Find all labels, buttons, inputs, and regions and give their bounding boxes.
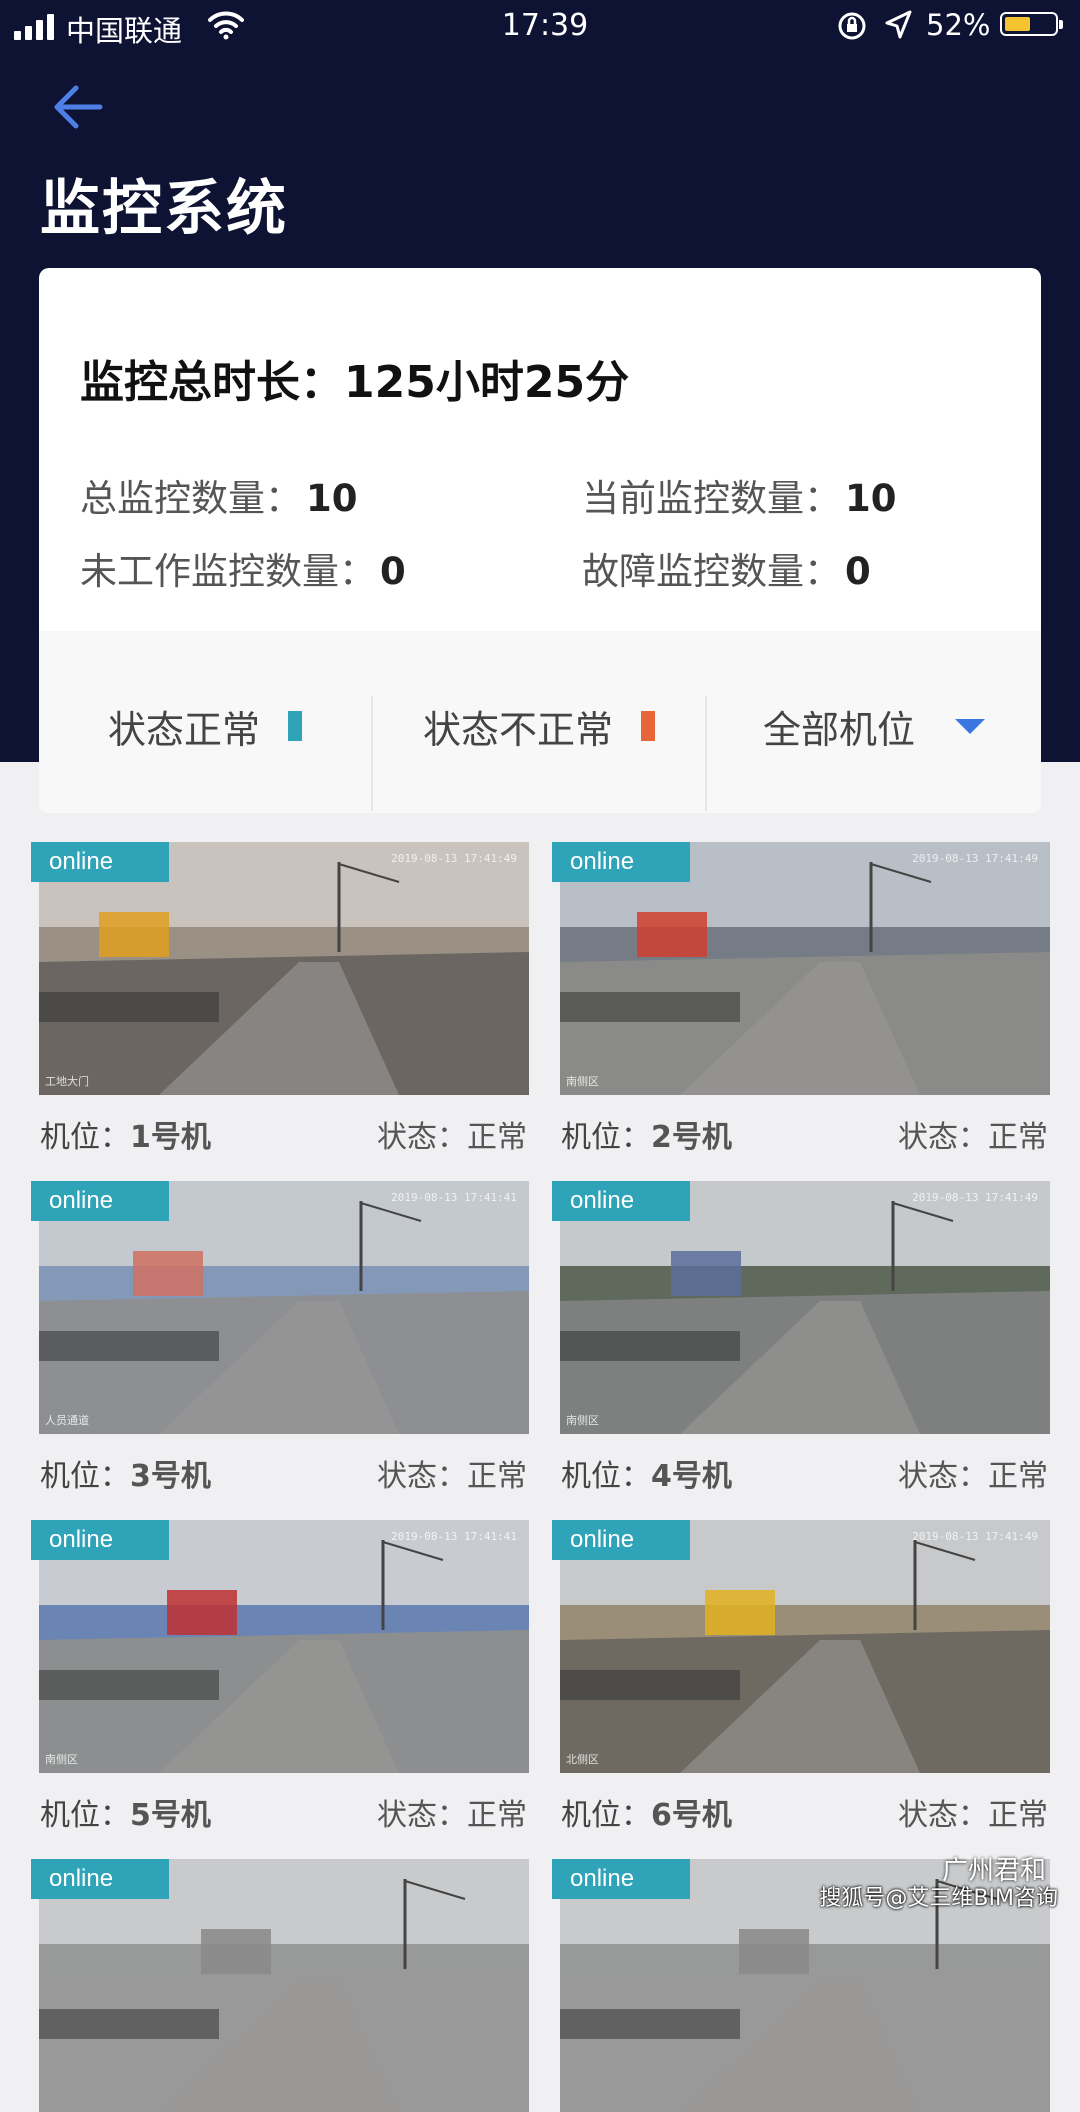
camera-status-value: 正常	[988, 1120, 1048, 1155]
online-badge: online	[31, 1181, 169, 1221]
camera-timestamp: 2019-08-13 17:41:49	[912, 1191, 1038, 1204]
camera-timestamp: 2019-08-13 17:41:49	[391, 852, 517, 865]
camera-status: 状态：正常	[377, 1451, 527, 1495]
online-badge: online	[552, 1859, 690, 1899]
camera-position-label: 机位：	[40, 1798, 130, 1833]
camera-position: 机位：1号机	[40, 1112, 211, 1156]
summary-card: 监控总时长：125小时25分 总监控数量： 10 当前监控数量： 10 未工作监控数…	[39, 268, 1041, 813]
camera-status: 状态：正常	[898, 1790, 1048, 1834]
camera-timestamp: 2019-08-13 17:41:41	[391, 1191, 517, 1204]
camera-status-label: 状态：	[898, 1798, 988, 1833]
page-title: 监控系统	[40, 174, 288, 244]
total-duration-value: 125小时25分	[344, 357, 630, 408]
total-count-value: 10	[306, 477, 358, 520]
camera-status-value: 正常	[467, 1459, 527, 1494]
camera-status-label: 状态：	[898, 1459, 988, 1494]
camera-position-label: 机位：	[561, 1120, 651, 1155]
idle-count-label: 未工作监控数量：	[80, 550, 376, 593]
filter-status-normal[interactable]: 状态正常	[39, 671, 371, 781]
camera-status-label: 状态：	[898, 1120, 988, 1155]
camera-position-label: 机位：	[40, 1120, 130, 1155]
fault-count-label: 故障监控数量：	[582, 550, 841, 593]
camera-position-value: 6号机	[651, 1798, 732, 1833]
camera-position-label: 机位：	[561, 1798, 651, 1833]
camera-location-label: 北侧区	[566, 1753, 599, 1766]
total-duration: 监控总时长：125小时25分	[80, 346, 629, 410]
online-badge: online	[552, 1520, 690, 1560]
camera-status-label: 状态：	[377, 1120, 467, 1155]
camera-status-label: 状态：	[377, 1798, 467, 1833]
camera-status: 状态：正常	[898, 1112, 1048, 1156]
camera-timestamp: 2019-08-13 17:41:41	[391, 1530, 517, 1543]
camera-status-value: 正常	[467, 1798, 527, 1833]
current-count-value: 10	[845, 477, 897, 520]
camera-timestamp: 2019-08-13 17:41:49	[912, 852, 1038, 865]
abnormal-status-marker	[641, 711, 655, 741]
filter-bar: 状态正常 状态不正常 全部机位	[39, 631, 1041, 813]
watermark-source: 搜狐号@艾三维BIM咨询	[819, 1886, 1058, 1911]
location-arrow-icon	[885, 10, 912, 39]
camera-status: 状态：正常	[377, 1112, 527, 1156]
camera-status-value: 正常	[467, 1120, 527, 1155]
camera-position-label: 机位：	[561, 1459, 651, 1494]
camera-location-label: 南侧区	[566, 1075, 599, 1088]
online-badge: online	[31, 1859, 169, 1899]
camera-location-label: 工地大门	[45, 1075, 89, 1088]
filter-all-positions-dropdown[interactable]: 全部机位	[707, 671, 1041, 781]
fault-count: 故障监控数量： 0	[582, 541, 871, 595]
camera-location-label: 南侧区	[45, 1753, 78, 1766]
chevron-down-icon	[955, 718, 985, 734]
camera-position: 机位：4号机	[561, 1451, 732, 1495]
back-arrow-icon[interactable]	[50, 82, 110, 132]
battery-icon	[1000, 12, 1063, 36]
fault-count-value: 0	[845, 550, 871, 593]
camera-position: 机位：5号机	[40, 1790, 211, 1834]
total-duration-label: 监控总时长：	[80, 357, 344, 408]
camera-position-value: 1号机	[130, 1120, 211, 1155]
filter-status-abnormal[interactable]: 状态不正常	[373, 671, 705, 781]
camera-position-value: 5号机	[130, 1798, 211, 1833]
filter-all-positions-label: 全部机位	[762, 707, 915, 752]
camera-timestamp: 2019-08-13 17:41:49	[912, 1530, 1038, 1543]
current-count-label: 当前监控数量：	[582, 477, 841, 520]
camera-position-label: 机位：	[40, 1459, 130, 1494]
camera-position: 机位：6号机	[561, 1790, 732, 1834]
camera-position: 机位：2号机	[561, 1112, 732, 1156]
camera-position-value: 2号机	[651, 1120, 732, 1155]
online-badge: online	[31, 842, 169, 882]
camera-position-value: 3号机	[130, 1459, 211, 1494]
camera-location-label: 人员通道	[45, 1414, 89, 1427]
camera-status-value: 正常	[988, 1459, 1048, 1494]
total-count-label: 总监控数量：	[80, 477, 302, 520]
online-badge: online	[552, 1181, 690, 1221]
total-count: 总监控数量： 10	[80, 468, 358, 522]
battery-percentage: 52%	[926, 8, 991, 42]
camera-status: 状态：正常	[898, 1451, 1048, 1495]
current-count: 当前监控数量： 10	[582, 468, 897, 522]
idle-count-value: 0	[380, 550, 406, 593]
camera-position-value: 4号机	[651, 1459, 732, 1494]
camera-position: 机位：3号机	[40, 1451, 211, 1495]
rotation-lock-icon	[838, 12, 866, 40]
camera-status-label: 状态：	[377, 1459, 467, 1494]
camera-status: 状态：正常	[377, 1790, 527, 1834]
camera-location-label: 南侧区	[566, 1414, 599, 1427]
online-badge: online	[31, 1520, 169, 1560]
filter-status-abnormal-label: 状态不正常	[422, 707, 613, 752]
filter-status-normal-label: 状态正常	[107, 707, 260, 752]
status-bar: 中国联通 17:39 52%	[0, 0, 1080, 52]
online-badge: online	[552, 842, 690, 882]
camera-status-value: 正常	[988, 1798, 1048, 1833]
clock: 17:39	[501, 8, 589, 43]
normal-status-marker	[288, 711, 302, 741]
idle-count: 未工作监控数量： 0	[80, 541, 406, 595]
